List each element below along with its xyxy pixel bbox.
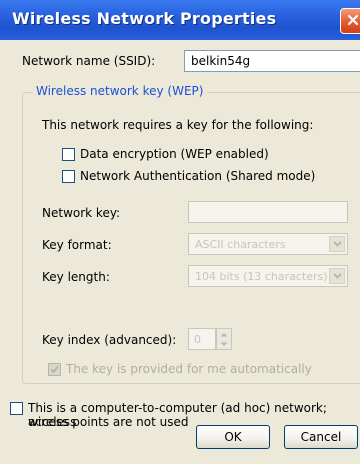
auto-key-label[interactable]: The key is provided for me automatically xyxy=(66,362,312,376)
chevron-down-icon xyxy=(333,273,342,279)
wep-group-title: Wireless network key (WEP) xyxy=(32,84,208,98)
data-encryption-checkbox[interactable] xyxy=(62,148,75,161)
ssid-input[interactable]: belkin54g xyxy=(184,50,360,72)
requires-key-text: This network requires a key for the foll… xyxy=(42,118,314,132)
key-format-label: Key format: xyxy=(42,238,112,252)
close-button[interactable] xyxy=(340,8,360,34)
auto-key-checkbox[interactable] xyxy=(48,363,61,376)
network-auth-checkbox[interactable] xyxy=(62,170,75,183)
key-format-select[interactable]: ASCII characters xyxy=(188,233,348,255)
key-length-label: Key length: xyxy=(42,270,110,284)
dialog-title: Wireless Network Properties xyxy=(12,9,277,28)
key-index-spinner[interactable] xyxy=(216,328,232,350)
ssid-label: Network name (SSID): xyxy=(22,54,156,68)
key-length-select[interactable]: 104 bits (13 characters) xyxy=(188,265,348,287)
chevron-down-icon xyxy=(333,241,342,247)
key-length-dropdown-button[interactable] xyxy=(329,268,345,284)
key-format-value: ASCII characters xyxy=(195,238,286,251)
data-encryption-label[interactable]: Data encryption (WEP enabled) xyxy=(80,147,269,161)
network-auth-label[interactable]: Network Authentication (Shared mode) xyxy=(80,169,315,183)
close-icon xyxy=(347,14,359,26)
cancel-button[interactable]: Cancel xyxy=(284,425,358,449)
adhoc-checkbox[interactable] xyxy=(10,402,23,415)
key-format-dropdown-button[interactable] xyxy=(329,236,345,252)
network-key-input[interactable] xyxy=(188,201,348,223)
ok-button[interactable]: OK xyxy=(196,425,270,449)
checkmark-icon xyxy=(50,365,59,374)
spin-up-icon xyxy=(220,333,228,337)
wireless-network-properties-dialog: Wireless Network Properties Network name… xyxy=(0,0,360,464)
spin-down-icon xyxy=(220,342,228,346)
title-bar[interactable]: Wireless Network Properties xyxy=(0,0,360,40)
network-key-label: Network key: xyxy=(42,206,121,220)
adhoc-label-line2[interactable]: access points are not used xyxy=(28,415,188,429)
key-index-label: Key index (advanced): xyxy=(42,333,177,347)
key-length-value: 104 bits (13 characters) xyxy=(195,270,328,283)
key-index-input[interactable]: 0 xyxy=(188,328,216,350)
